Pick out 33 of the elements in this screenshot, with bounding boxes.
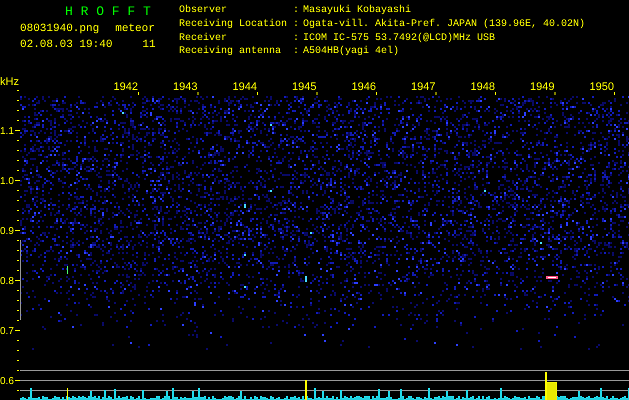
time-label: 1945 bbox=[292, 81, 316, 93]
time-label: 1949 bbox=[530, 81, 554, 93]
info-label: Observer bbox=[179, 5, 228, 18]
info-separator: : bbox=[292, 5, 300, 18]
info-separator: : bbox=[292, 18, 300, 32]
frequency-label: 1.0 bbox=[0, 176, 14, 187]
time-label: 1944 bbox=[232, 81, 257, 93]
file-name: 08031940.png bbox=[20, 23, 100, 35]
info-label: Receiving Location bbox=[179, 18, 288, 32]
info-label: Receiver bbox=[179, 32, 228, 46]
time-label: 1946 bbox=[352, 81, 376, 93]
frequency-label: 0.6 bbox=[0, 376, 14, 387]
time-label: 1947 bbox=[411, 81, 436, 93]
frequency-label: 1.1 bbox=[0, 126, 14, 137]
time-label: 1950 bbox=[590, 81, 614, 93]
meteor-label: meteor bbox=[115, 23, 155, 35]
info-label: Receiving antenna bbox=[179, 46, 282, 60]
frequency-unit: kHz bbox=[0, 76, 19, 88]
info-value: Ogata-vill. Akita-Pref. JAPAN (139.96E, 40.02N) bbox=[303, 18, 586, 32]
info-value: A504HB(yagi 4el) bbox=[303, 46, 400, 60]
frequency-label: 0.8 bbox=[0, 276, 14, 287]
date-time: 02.08.03 19:40 bbox=[20, 39, 112, 51]
info-separator: : bbox=[292, 32, 300, 46]
info-separator: : bbox=[292, 46, 300, 60]
info-value: ICOM IC-575 53.7492(@LCD)MHz USB bbox=[303, 32, 496, 46]
meteor-count: 11 bbox=[142, 39, 156, 51]
info-value: Masayuki Kobayashi bbox=[303, 5, 412, 18]
time-label: 1942 bbox=[114, 81, 138, 93]
time-label: 1948 bbox=[470, 81, 495, 93]
program-title: H R O F F T bbox=[64, 4, 152, 21]
frequency-label: 0.9 bbox=[0, 226, 14, 237]
time-label: 1943 bbox=[173, 81, 198, 93]
frequency-label: 0.7 bbox=[0, 326, 14, 337]
